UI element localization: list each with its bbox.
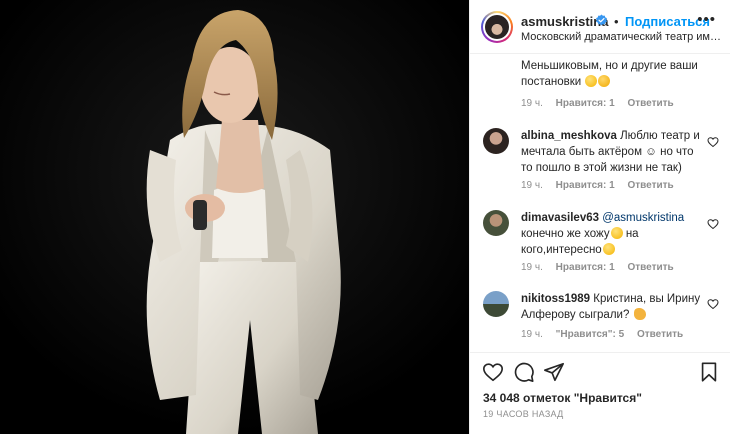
actress-on-stage-image	[0, 0, 469, 434]
comment-like-heart-icon[interactable]	[707, 136, 719, 148]
commenter-username[interactable]: nikitoss1989	[521, 293, 590, 305]
comment-icon[interactable]	[513, 361, 535, 383]
comment-mention[interactable]: @asmuskristina	[602, 212, 684, 224]
flexed-biceps-icon	[633, 308, 646, 320]
bookmark-icon[interactable]	[698, 361, 720, 383]
smiling-face-icon	[585, 75, 598, 87]
comment-time[interactable]: 19 ч.	[521, 98, 543, 109]
commenter-username[interactable]: albina_meshkova	[521, 130, 617, 142]
comment-time[interactable]: 19 ч.	[521, 329, 543, 340]
grinning-face-icon	[610, 227, 623, 239]
separator-dot: •	[614, 14, 619, 29]
verified-badge-icon	[596, 14, 607, 26]
author-avatar[interactable]	[481, 11, 513, 43]
comment-text: dimavasilev63 @asmuskristina конечно же …	[521, 212, 685, 256]
laughing-face-icon	[602, 243, 615, 255]
comment-meta: 19 ч. Нравится: 1 Ответить	[521, 262, 684, 273]
post-actions: 34 048 отметок "Нравится" 19 ЧАСОВ НАЗАД	[470, 352, 730, 435]
comment-time[interactable]: 19 ч.	[521, 262, 543, 273]
comment-like-heart-icon[interactable]	[707, 218, 719, 230]
more-options-icon[interactable]: •••	[697, 11, 716, 28]
post-header: asmuskristina • Подписаться ••• Московск…	[470, 0, 730, 54]
comment-text: nikitoss1989 Кристина, вы Ирину Алферову…	[521, 293, 701, 321]
share-icon[interactable]	[543, 361, 565, 383]
commenter-avatar[interactable]	[483, 291, 509, 317]
comment-reply-button[interactable]: Ответить	[627, 98, 673, 109]
comments-list[interactable]: Меньшиковым, но и другие ваши постановки…	[470, 54, 730, 352]
comment-meta: 19 ч. "Нравится": 5 Ответить	[521, 329, 693, 340]
comment-likes-count[interactable]: "Нравится": 5	[556, 329, 625, 340]
comment-likes-count[interactable]: Нравится: 1	[556, 262, 615, 273]
commenter-avatar[interactable]	[483, 128, 509, 154]
comment-reply-button[interactable]: Ответить	[637, 329, 683, 340]
heart-eyes-icon	[598, 75, 611, 87]
comment-likes-count[interactable]: Нравится: 1	[556, 180, 615, 191]
comment-meta: 19 ч. Нравится: 1 Ответить	[521, 180, 684, 191]
post-sidebar: asmuskristina • Подписаться ••• Московск…	[469, 0, 730, 434]
likes-count[interactable]: 34 048 отметок "Нравится"	[483, 391, 642, 405]
post-timestamp[interactable]: 19 ЧАСОВ НАЗАД	[483, 409, 564, 419]
commenter-username[interactable]: dimavasilev63	[521, 212, 599, 224]
comment-meta: 19 ч. Нравится: 1 Ответить	[521, 98, 684, 109]
comment-text: albina_meshkova Люблю театр и мечтала бы…	[521, 130, 700, 174]
comment-text: Меньшиковым, но и другие ваши постановки	[521, 60, 698, 88]
comment-reply-button[interactable]: Ответить	[627, 180, 673, 191]
commenter-avatar[interactable]	[483, 210, 509, 236]
post-location[interactable]: Московский драматический театр имени М..…	[521, 31, 721, 43]
instagram-post: asmuskristina • Подписаться ••• Московск…	[0, 0, 730, 434]
comment-time[interactable]: 19 ч.	[521, 180, 543, 191]
comment-reply-button[interactable]: Ответить	[627, 262, 673, 273]
heart-icon[interactable]	[482, 361, 504, 383]
comment-like-heart-icon[interactable]	[707, 298, 719, 310]
comment-likes-count[interactable]: Нравится: 1	[556, 98, 615, 109]
post-photo[interactable]	[0, 0, 469, 434]
